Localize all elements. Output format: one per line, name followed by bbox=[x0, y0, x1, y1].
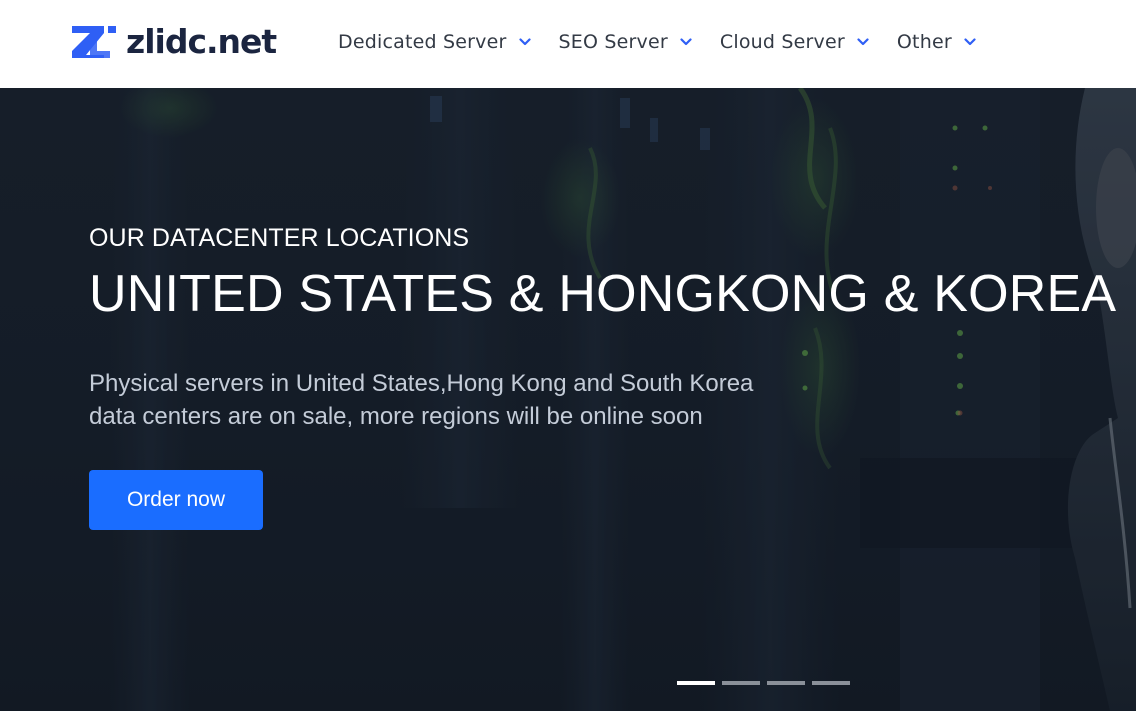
carousel-dot-4[interactable] bbox=[812, 681, 850, 685]
nav-item-label: SEO Server bbox=[558, 31, 668, 53]
nav-item-seo-server[interactable]: SEO Server bbox=[559, 31, 692, 53]
brand-name: zlidc.net bbox=[126, 22, 277, 61]
hero-eyebrow: OUR DATACENTER LOCATIONS bbox=[89, 224, 470, 252]
chevron-down-icon bbox=[518, 38, 531, 46]
hero-description-line1: Physical servers in United States,Hong K… bbox=[89, 370, 754, 397]
carousel-dot-2[interactable] bbox=[722, 681, 760, 685]
hero-headline: UNITED STATES & HONGKONG & KOREA bbox=[89, 265, 1117, 323]
nav-item-label: Other bbox=[896, 31, 952, 53]
main-nav: Dedicated Server SEO Server Cloud Server… bbox=[338, 27, 976, 57]
site-header: zlidc.net Dedicated Server SEO Server Cl… bbox=[0, 0, 1136, 88]
logo-link[interactable]: zlidc.net bbox=[70, 22, 277, 62]
hero-banner: OUR DATACENTER LOCATIONS UNITED STATES &… bbox=[0, 88, 1136, 711]
order-now-button[interactable]: Order now bbox=[89, 470, 263, 530]
nav-item-label: Dedicated Server bbox=[338, 31, 507, 53]
nav-item-cloud-server[interactable]: Cloud Server bbox=[720, 31, 869, 53]
logo-icon bbox=[72, 26, 116, 58]
nav-item-other[interactable]: Other bbox=[897, 31, 976, 53]
hero-description: Physical servers in United States,Hong K… bbox=[89, 367, 809, 433]
carousel-dot-1[interactable] bbox=[677, 681, 715, 685]
chevron-down-icon bbox=[680, 38, 692, 46]
nav-item-label: Cloud Server bbox=[719, 31, 845, 53]
hero-description-line2: data centers are on sale, more regions w… bbox=[89, 403, 703, 430]
carousel-indicators bbox=[677, 681, 857, 685]
nav-item-dedicated-server[interactable]: Dedicated Server bbox=[338, 31, 531, 53]
chevron-down-icon bbox=[964, 38, 976, 46]
carousel-dot-3[interactable] bbox=[767, 681, 805, 685]
chevron-down-icon bbox=[857, 38, 869, 46]
